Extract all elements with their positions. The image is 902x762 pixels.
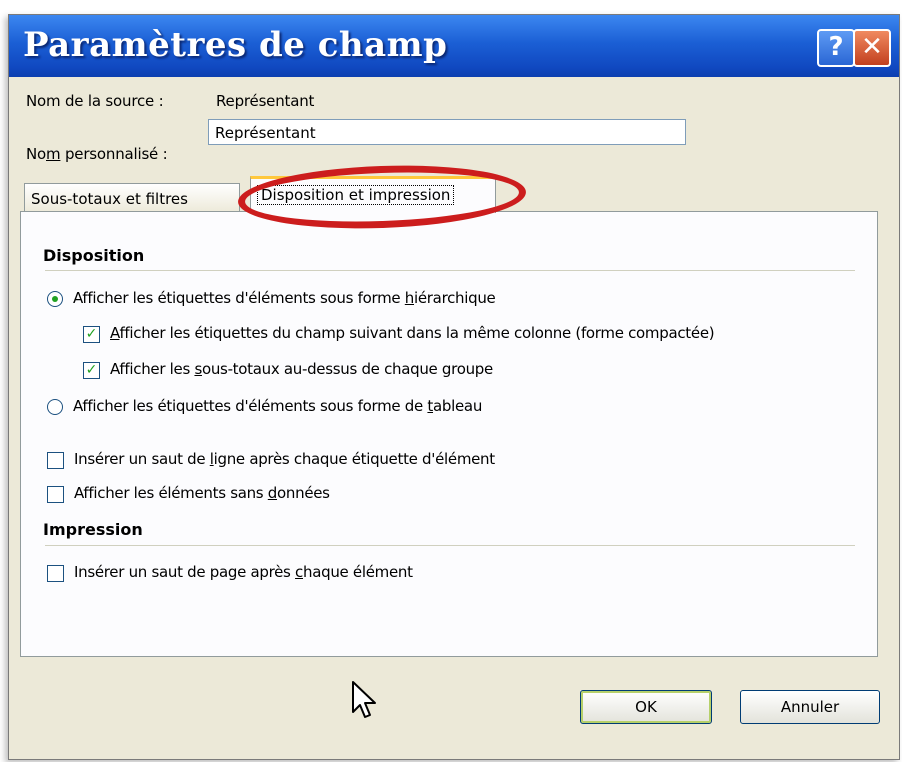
checkbox-compact[interactable]: ✓ — [83, 326, 100, 343]
checkbox-page-break-label[interactable]: Insérer un saut de page après chaque élé… — [74, 563, 413, 581]
custom-name-input[interactable]: Représentant — [208, 119, 686, 145]
layout-section-heading: Disposition — [43, 246, 145, 265]
dialog-title: Paramètres de champ — [23, 25, 448, 65]
tab-subtotals-filters[interactable]: Sous-totaux et filtres — [24, 183, 240, 213]
radio-tabular-label[interactable]: Afficher les étiquettes d'éléments sous … — [73, 397, 482, 415]
checkbox-page-break[interactable] — [47, 565, 64, 582]
layout-divider — [45, 270, 855, 271]
checkbox-show-empty[interactable] — [47, 486, 64, 503]
tab-panel: Disposition Afficher les étiquettes d'él… — [20, 211, 878, 657]
checkbox-subtotals-top-label[interactable]: Afficher les sous-totaux au-dessus de ch… — [110, 360, 493, 378]
print-divider — [45, 545, 855, 546]
checkbox-compact-label[interactable]: Afficher les étiquettes du champ suivant… — [110, 324, 715, 342]
radio-tabular[interactable] — [47, 399, 63, 415]
checkbox-show-empty-label[interactable]: Afficher les éléments sans données — [74, 484, 330, 502]
radio-hierarchical-label[interactable]: Afficher les étiquettes d'éléments sous … — [73, 289, 496, 307]
source-name-label: Nom de la source : — [26, 92, 164, 110]
title-bar[interactable]: Paramètres de champ ? ✕ — [9, 15, 899, 77]
checkbox-line-break[interactable] — [47, 452, 64, 469]
help-icon[interactable]: ? — [817, 29, 855, 67]
cancel-button[interactable]: Annuler — [740, 690, 880, 724]
checkbox-line-break-label[interactable]: Insérer un saut de ligne après chaque ét… — [74, 450, 495, 468]
source-name-value: Représentant — [216, 92, 315, 110]
tab-label: Disposition et impression — [257, 185, 455, 205]
mouse-cursor-icon — [352, 681, 376, 718]
print-section-heading: Impression — [43, 520, 143, 539]
custom-name-label: Nom personnalisé : — [26, 145, 168, 163]
tab-layout-print[interactable]: Disposition et impression — [250, 176, 496, 213]
ok-button[interactable]: OK — [580, 690, 712, 724]
radio-hierarchical[interactable] — [47, 291, 63, 307]
tab-label: Sous-totaux et filtres — [31, 190, 188, 208]
checkbox-subtotals-top[interactable]: ✓ — [83, 362, 100, 379]
close-icon[interactable]: ✕ — [853, 29, 891, 67]
